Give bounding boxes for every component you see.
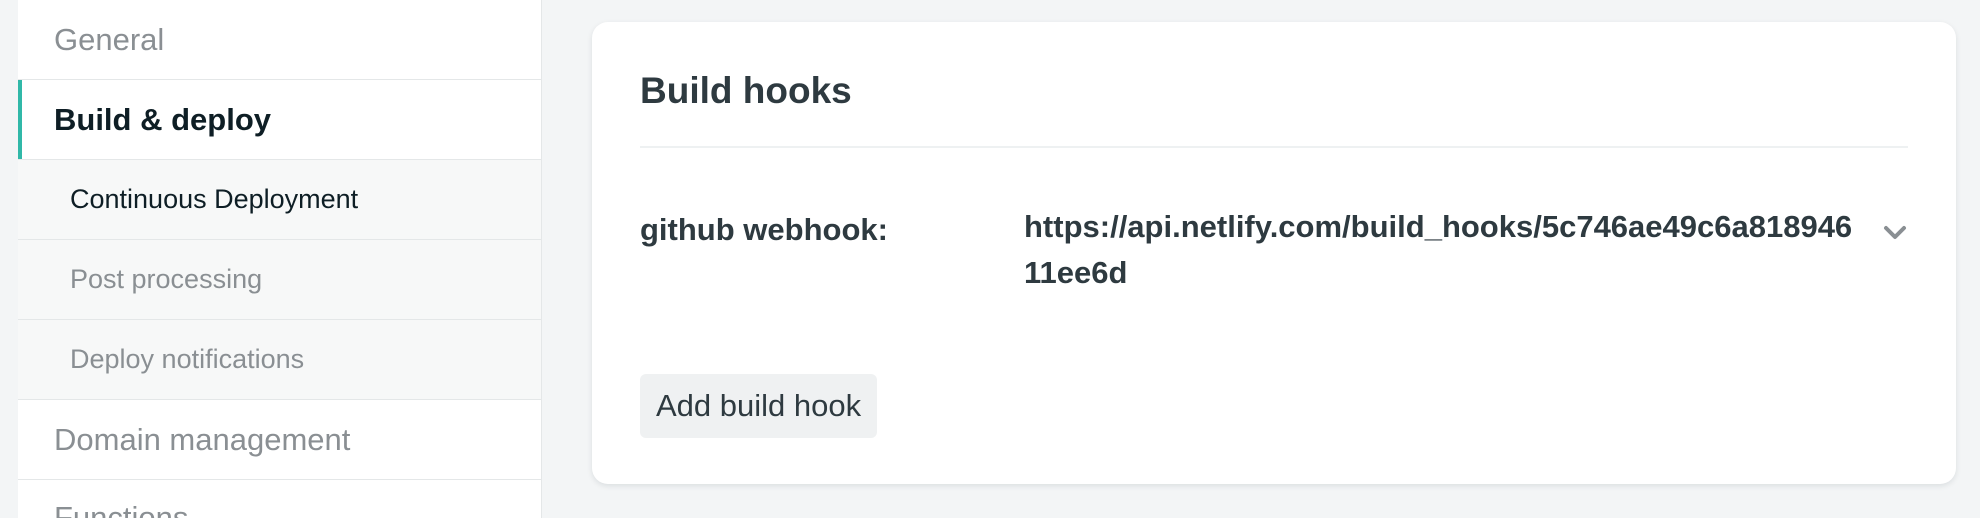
chevron-down-icon[interactable] — [1882, 220, 1908, 246]
hook-name-label: github webhook: — [640, 212, 888, 247]
sidebar-subitem-deploy-notifications[interactable]: Deploy notifications — [18, 320, 541, 400]
card-title: Build hooks — [640, 70, 852, 111]
sidebar-item-general[interactable]: General — [18, 0, 541, 80]
sidebar-subitem-continuous-deployment[interactable]: Continuous Deployment — [18, 160, 541, 240]
sidebar-item-label: Continuous Deployment — [70, 184, 359, 214]
sidebar-item-label: Functions — [54, 500, 189, 518]
build-hooks-card: Build hooks github webhook: https://api.… — [592, 22, 1956, 484]
sidebar-item-build-deploy[interactable]: Build & deploy — [18, 80, 541, 160]
add-build-hook-button[interactable]: Add build hook — [640, 374, 878, 438]
sidebar-item-domain-management[interactable]: Domain management — [18, 400, 541, 480]
sidebar-item-label: Domain management — [54, 421, 351, 457]
hook-url: https://api.netlify.com/build_hooks/5c74… — [1024, 209, 1853, 290]
sidebar-subitem-post-processing[interactable]: Post processing — [18, 240, 541, 320]
sidebar-item-label: Build & deploy — [54, 101, 271, 137]
settings-sidebar: General Build & deploy Continuous Deploy… — [18, 0, 542, 518]
card-divider — [640, 146, 1908, 148]
sidebar-item-label: Post processing — [70, 264, 263, 294]
sidebar-item-label: General — [54, 21, 165, 57]
sidebar-item-functions[interactable]: Functions — [18, 480, 541, 518]
sidebar-item-label: Deploy notifications — [70, 344, 305, 374]
